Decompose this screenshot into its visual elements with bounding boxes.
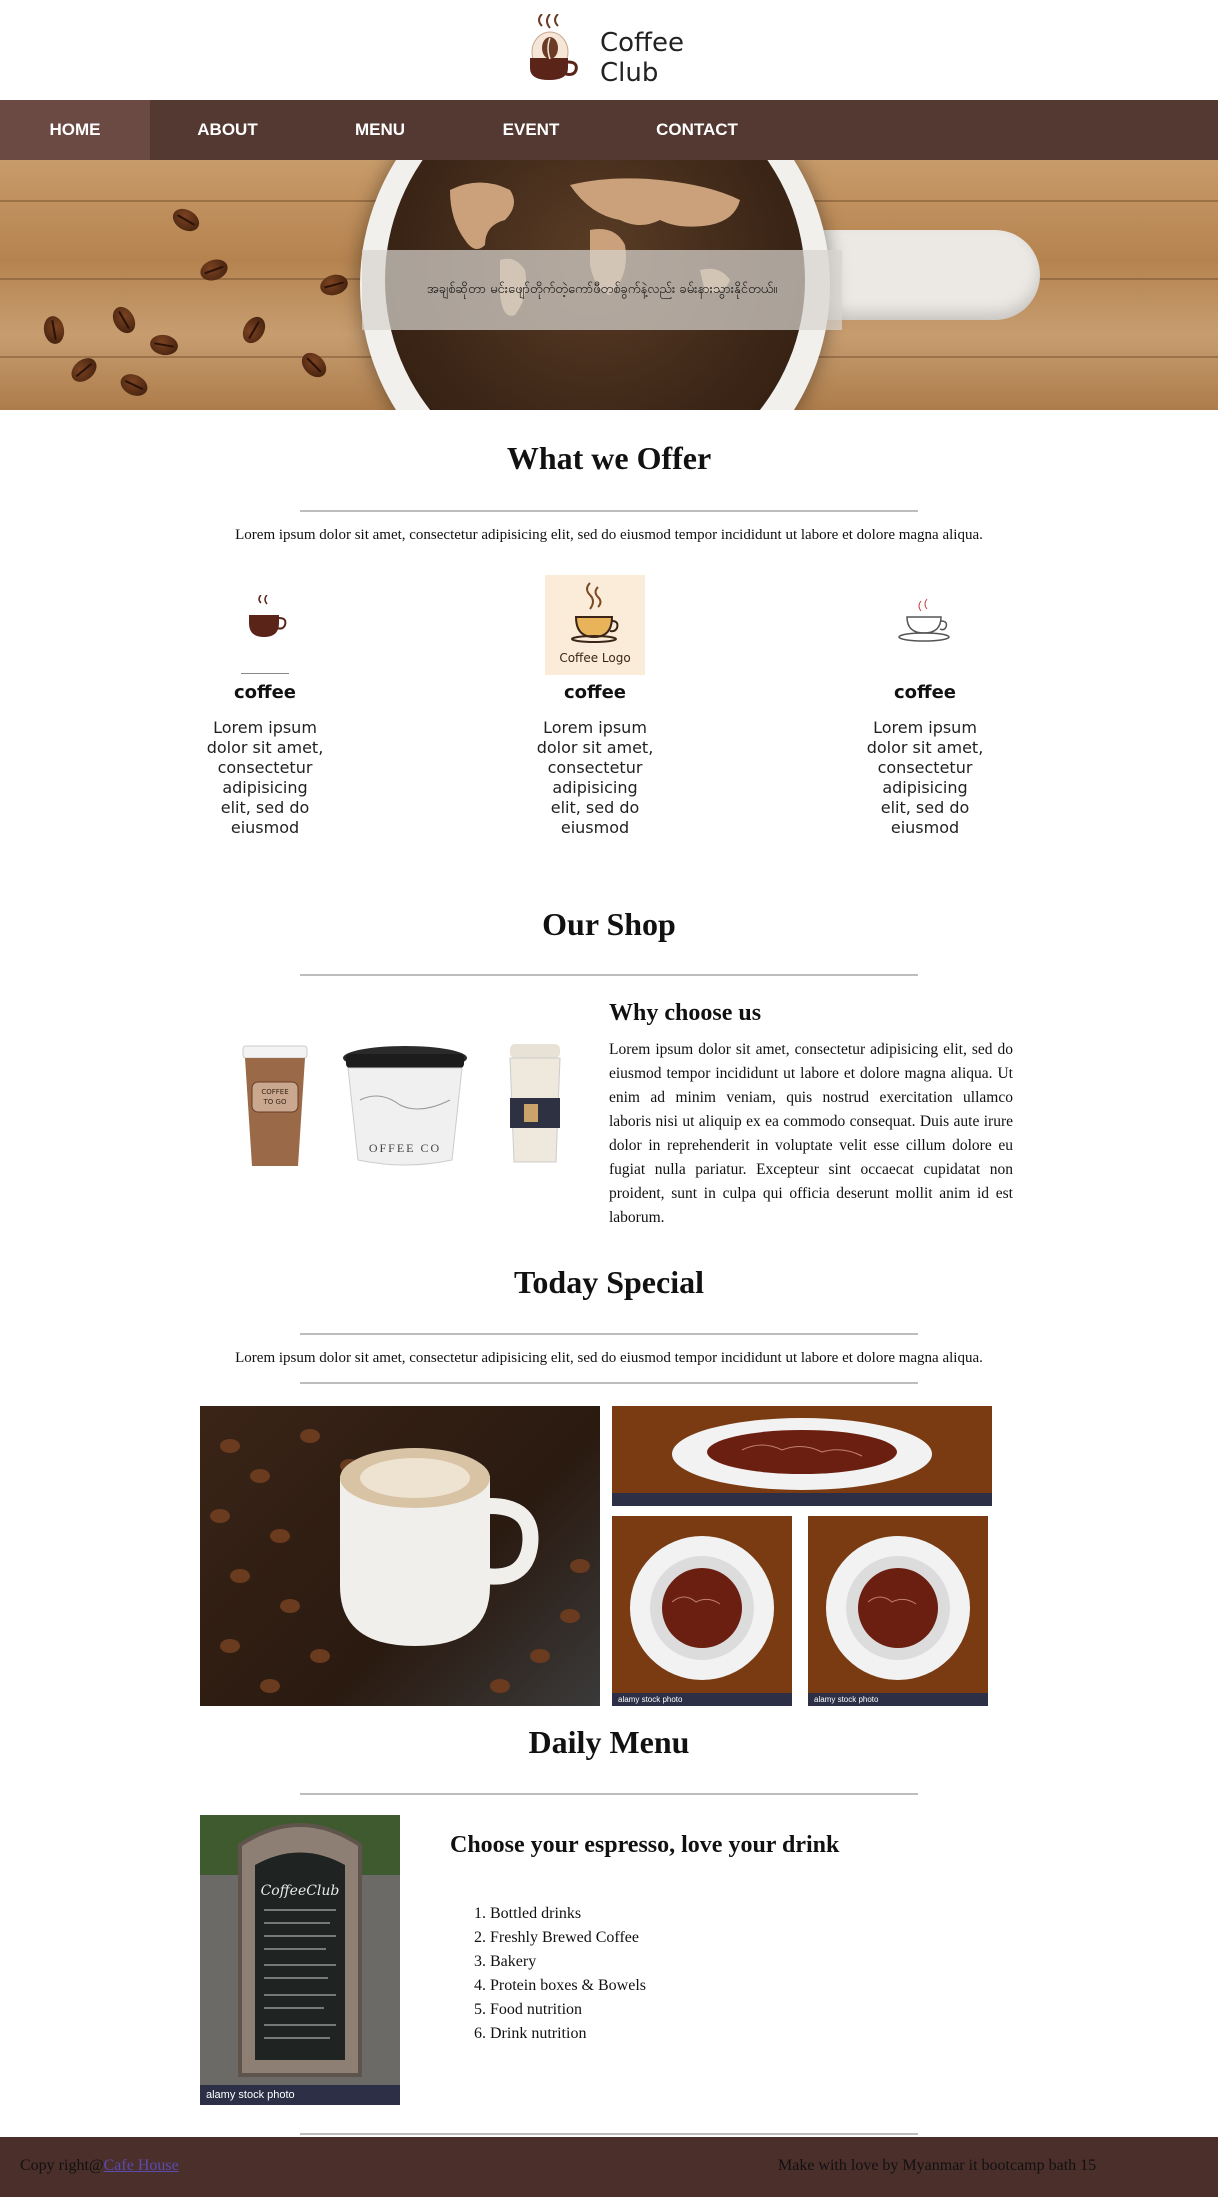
daily-divider: [300, 1793, 918, 1795]
menu-item: Food nutrition: [490, 1998, 646, 2022]
menu-item: Protein boxes & Bowels: [490, 1974, 646, 1998]
offer-card-title: coffee: [233, 682, 297, 703]
coffee-cup-outline-icon: [898, 598, 950, 642]
svg-text:TO GO: TO GO: [263, 1098, 287, 1106]
coffee-bean-icon: [168, 204, 204, 236]
daily-title: Daily Menu: [528, 1724, 690, 1760]
chalkboard-icon: CoffeeClub: [200, 1815, 400, 2077]
why-choose-title: Why choose us: [609, 1000, 762, 1026]
coffee-logo-image: Coffee Logo: [545, 575, 645, 675]
travel-mug-icon: [509, 1044, 561, 1163]
offer-divider: [300, 510, 918, 512]
menu-item: Bakery: [490, 1950, 646, 1974]
hero-banner: အချစ်ဆိုတာ မင်းဖျော်တိုက်တဲ့ကော်ဖီတစ်ခွက…: [0, 160, 1218, 410]
offer-title: What we Offer: [506, 440, 712, 476]
coffee-saucer-icon: [826, 1536, 970, 1680]
cup-handle: [810, 230, 1040, 320]
coffee-bean-icon: [108, 302, 140, 338]
offer-card-text: Lorem ipsum dolor sit amet, consectetur …: [206, 718, 324, 837]
menu-board-image[interactable]: CoffeeClub alamy stock photo: [200, 1815, 400, 2105]
nav-contact[interactable]: CONTACT: [607, 100, 787, 160]
special-lead: Lorem ipsum dolor sit amet, consectetur …: [235, 1350, 983, 1366]
daily-menu-list: Bottled drinks Freshly Brewed Coffee Bak…: [490, 1902, 646, 2046]
stock-photo-bar: [612, 1493, 992, 1506]
coffee-bean-icon: [117, 370, 151, 400]
footer-divider: [300, 2133, 918, 2135]
special-image-cup-2[interactable]: alamy stock photo: [808, 1516, 988, 1706]
menu-item: Drink nutrition: [490, 2022, 646, 2046]
menu-item: Freshly Brewed Coffee: [490, 1926, 646, 1950]
coffee-bean-icon: [148, 332, 180, 358]
hero-caption: အချစ်ဆိုတာ မင်းဖျော်တိုက်တဲ့ကော်ဖီတစ်ခွက…: [362, 250, 842, 330]
coffee-bean-icon: [317, 271, 351, 299]
stock-photo-bar: alamy stock photo: [200, 2085, 400, 2105]
offer-card-text: Lorem ipsum dolor sit amet, consectetur …: [536, 718, 654, 837]
nav-about[interactable]: ABOUT: [150, 100, 305, 160]
menu-item: Bottled drinks: [490, 1902, 646, 1926]
daily-subtitle: Choose your espresso, love your drink: [450, 1832, 840, 1858]
copyright: Copy right@Cafe House: [20, 2157, 179, 2175]
special-image-cup-1[interactable]: alamy stock photo: [612, 1516, 792, 1706]
brand-name-line2: Club: [600, 58, 659, 88]
offer-card-title: coffee: [893, 682, 957, 703]
svg-text:COFFEE: COFFEE: [261, 1088, 288, 1096]
copyright-prefix: Copy right@: [20, 2157, 104, 2174]
coffee-bean-icon: [238, 312, 270, 348]
coffee-plate-icon: [672, 1418, 932, 1490]
special-image-main[interactable]: [200, 1406, 600, 1706]
brand-name-line1: Coffee: [600, 28, 684, 58]
coffee-bean-icon: [297, 348, 331, 382]
cafe-house-link[interactable]: Cafe House: [104, 2157, 179, 2174]
offer-lead: Lorem ipsum dolor sit amet, consectetur …: [235, 527, 983, 543]
offer-card-title: coffee: [563, 682, 627, 703]
special-title: Today Special: [514, 1264, 704, 1300]
stock-photo-bar: alamy stock photo: [612, 1693, 792, 1706]
nav-home[interactable]: HOME: [0, 100, 150, 160]
svg-text:OFFEE CO: OFFEE CO: [369, 1141, 441, 1155]
offer-card-text: Lorem ipsum dolor sit amet, consectetur …: [866, 718, 984, 837]
shop-divider: [300, 974, 918, 976]
paper-cup-lid-icon: OFFEE CO: [343, 1046, 467, 1166]
coffee-club-logo-icon[interactable]: [520, 14, 580, 84]
special-divider-bottom: [300, 1382, 918, 1384]
stock-photo-bar: alamy stock photo: [808, 1693, 988, 1706]
why-choose-text: Lorem ipsum dolor sit amet, consectetur …: [609, 1041, 1013, 1226]
coffee-cup-icon: [241, 595, 289, 674]
special-image-plate[interactable]: [612, 1406, 992, 1506]
steaming-cup-icon: [571, 582, 619, 643]
main-nav: HOME ABOUT MENU EVENT CONTACT: [0, 100, 1218, 160]
coffee-beans-cup-icon: [210, 1429, 590, 1693]
nav-menu[interactable]: MENU: [305, 100, 455, 160]
site-footer: Copy right@Cafe House Make with love by …: [0, 2137, 1218, 2197]
shop-title: Our Shop: [542, 906, 676, 942]
nav-event[interactable]: EVENT: [455, 100, 607, 160]
brand-name[interactable]: Coffee Club: [600, 28, 684, 88]
site-header: Coffee Club: [0, 0, 1218, 100]
coffee-bean-icon: [41, 314, 67, 346]
menu-board-title: CoffeeClub: [261, 1883, 340, 1899]
coffee-bean-icon: [66, 353, 102, 387]
coffee-to-go-cup-icon: COFFEE TO GO: [242, 1045, 308, 1166]
footer-credit: Make with love by Myanmar it bootcamp ba…: [778, 2157, 1097, 2174]
coffee-logo-text: Coffee Logo: [559, 651, 631, 665]
coffee-saucer-icon: [630, 1536, 774, 1680]
special-divider-top: [300, 1333, 918, 1335]
